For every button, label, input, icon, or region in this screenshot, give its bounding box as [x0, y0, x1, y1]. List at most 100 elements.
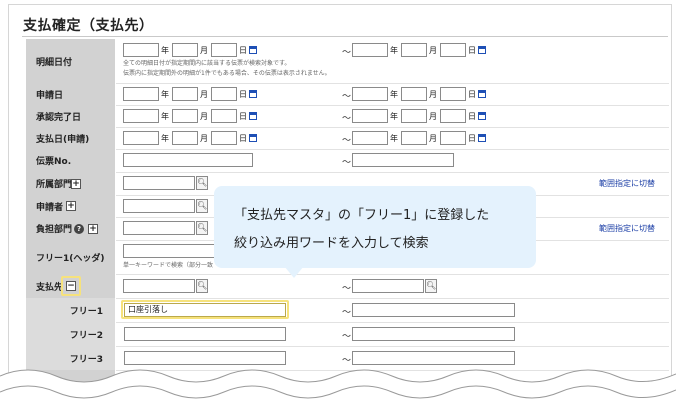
plus-icon[interactable]: + — [88, 224, 98, 234]
meisai-from-month[interactable] — [172, 43, 198, 57]
shinsei-from-month[interactable] — [172, 87, 198, 101]
shinseisha-input[interactable] — [123, 199, 195, 213]
futan-input[interactable] — [123, 221, 195, 235]
page-title: 支払確定（支払先） — [23, 18, 154, 34]
row-meisai-date: 明細日付 年 月 日 ～ 年 月 日 全ての明細日付が指定期間内に該当する伝票が… — [26, 39, 669, 84]
free2-to-input[interactable] — [352, 327, 515, 341]
shinsei-to-day[interactable] — [440, 87, 466, 101]
shiharai-from-year[interactable] — [123, 131, 159, 145]
row-shinsei-date: 申請日 年 月 日 ～ 年 月 日 — [26, 83, 669, 106]
shiharai-to-day[interactable] — [440, 131, 466, 145]
year-unit: 年 — [390, 134, 398, 143]
meisai-to-day[interactable] — [440, 43, 466, 57]
shinsei-from-day[interactable] — [211, 87, 237, 101]
search-icon[interactable]: 🔍︎ — [196, 199, 208, 213]
shonin-from-year[interactable] — [123, 109, 159, 123]
meisai-to-month[interactable] — [401, 43, 427, 57]
range-separator: ～ — [342, 48, 352, 58]
shiharaisaki-from-input[interactable] — [123, 279, 195, 293]
year-unit: 年 — [161, 134, 169, 143]
month-unit: 月 — [200, 112, 208, 121]
day-unit: 日 — [468, 112, 476, 121]
meisai-from-year[interactable] — [123, 43, 159, 57]
month-unit: 月 — [200, 134, 208, 143]
shiharai-from-day[interactable] — [211, 131, 237, 145]
month-unit: 月 — [429, 134, 437, 143]
title-divider — [22, 36, 668, 37]
shonin-date-label: 承認完了日 — [26, 105, 116, 127]
shonin-from-day[interactable] — [211, 109, 237, 123]
minus-icon[interactable]: − — [66, 281, 76, 291]
day-unit: 日 — [239, 90, 247, 99]
year-unit: 年 — [390, 46, 398, 55]
range-separator: ～ — [342, 114, 352, 124]
day-unit: 日 — [239, 112, 247, 121]
search-icon[interactable]: 🔍︎ — [425, 279, 437, 293]
shinsei-to-month[interactable] — [401, 87, 427, 101]
shiharaisaki-label-text: 支払先 — [36, 282, 64, 293]
calendar-icon[interactable] — [478, 90, 486, 98]
shonin-to-day[interactable] — [440, 109, 466, 123]
denpyo-no-to-input[interactable] — [352, 153, 454, 167]
shinseisha-label-text: 申請者 — [36, 202, 64, 213]
month-unit: 月 — [200, 90, 208, 99]
year-unit: 年 — [390, 112, 398, 121]
search-icon[interactable]: 🔍︎ — [196, 279, 208, 293]
day-unit: 日 — [239, 134, 247, 143]
torn-edge — [0, 369, 676, 412]
calendar-icon[interactable] — [478, 134, 486, 142]
free1-to-input[interactable] — [352, 303, 515, 317]
row-free1: フリー1 口座引落し ～ — [26, 298, 669, 323]
range-separator: ～ — [342, 308, 352, 318]
calendar-icon[interactable] — [249, 90, 257, 98]
search-icon[interactable]: 🔍︎ — [196, 176, 208, 190]
calendar-icon[interactable] — [249, 134, 257, 142]
search-icon[interactable]: 🔍︎ — [196, 221, 208, 235]
year-unit: 年 — [161, 46, 169, 55]
year-unit: 年 — [161, 112, 169, 121]
month-unit: 月 — [429, 46, 437, 55]
shiharaisaki-to-input[interactable] — [352, 279, 424, 293]
futan-label-text: 負担部門 — [36, 225, 73, 235]
free-header-label: フリー1(ヘッダ) — [26, 240, 116, 274]
shiharai-to-month[interactable] — [401, 131, 427, 145]
day-unit: 日 — [468, 134, 476, 143]
tooltip-line-1: 「支払先マスタ」の「フリー1」に登録した — [234, 208, 490, 223]
futan-label: 負担部門 — [26, 217, 116, 240]
meisai-date-label: 明細日付 — [26, 39, 116, 83]
range-separator: ～ — [342, 136, 352, 146]
shinsei-to-year[interactable] — [352, 87, 388, 101]
shozoku-range-toggle-link[interactable]: 範囲指定に切替 — [599, 178, 655, 189]
shonin-from-month[interactable] — [172, 109, 198, 123]
day-unit: 日 — [239, 46, 247, 55]
meisai-from-day[interactable] — [211, 43, 237, 57]
shinsei-date-label: 申請日 — [26, 83, 116, 105]
plus-icon[interactable]: + — [66, 201, 76, 211]
meisai-to-year[interactable] — [352, 43, 388, 57]
shiharai-date-label: 支払日(申請) — [26, 127, 116, 149]
shozoku-label-text: 所属部門 — [36, 180, 73, 190]
shonin-to-month[interactable] — [401, 109, 427, 123]
day-unit: 日 — [468, 90, 476, 99]
shiharai-to-year[interactable] — [352, 131, 388, 145]
range-separator: ～ — [342, 158, 352, 168]
month-unit: 月 — [200, 46, 208, 55]
help-icon[interactable]: ? — [74, 224, 84, 234]
calendar-icon[interactable] — [249, 46, 257, 54]
plus-icon[interactable]: + — [71, 179, 81, 189]
tooltip-line-2: 絞り込み用ワードを入力して検索 — [234, 236, 429, 251]
shinsei-from-year[interactable] — [123, 87, 159, 101]
denpyo-no-from-input[interactable] — [123, 153, 253, 167]
futan-range-toggle-link[interactable]: 範囲指定に切替 — [599, 223, 655, 234]
day-unit: 日 — [468, 46, 476, 55]
calendar-icon[interactable] — [249, 112, 257, 120]
free1-from-input[interactable]: 口座引落し — [124, 303, 286, 317]
meisai-note-1: 全ての明細日付が指定期間内に該当する伝票が検索対象です。 — [123, 60, 291, 67]
shonin-to-year[interactable] — [352, 109, 388, 123]
shozoku-input[interactable] — [123, 176, 195, 190]
calendar-icon[interactable] — [478, 46, 486, 54]
calendar-icon[interactable] — [478, 112, 486, 120]
shiharai-from-month[interactable] — [172, 131, 198, 145]
row-shiharaisaki: 支払先 − 🔍︎ ～ 🔍︎ — [26, 274, 669, 299]
free2-from-input[interactable] — [124, 327, 286, 341]
